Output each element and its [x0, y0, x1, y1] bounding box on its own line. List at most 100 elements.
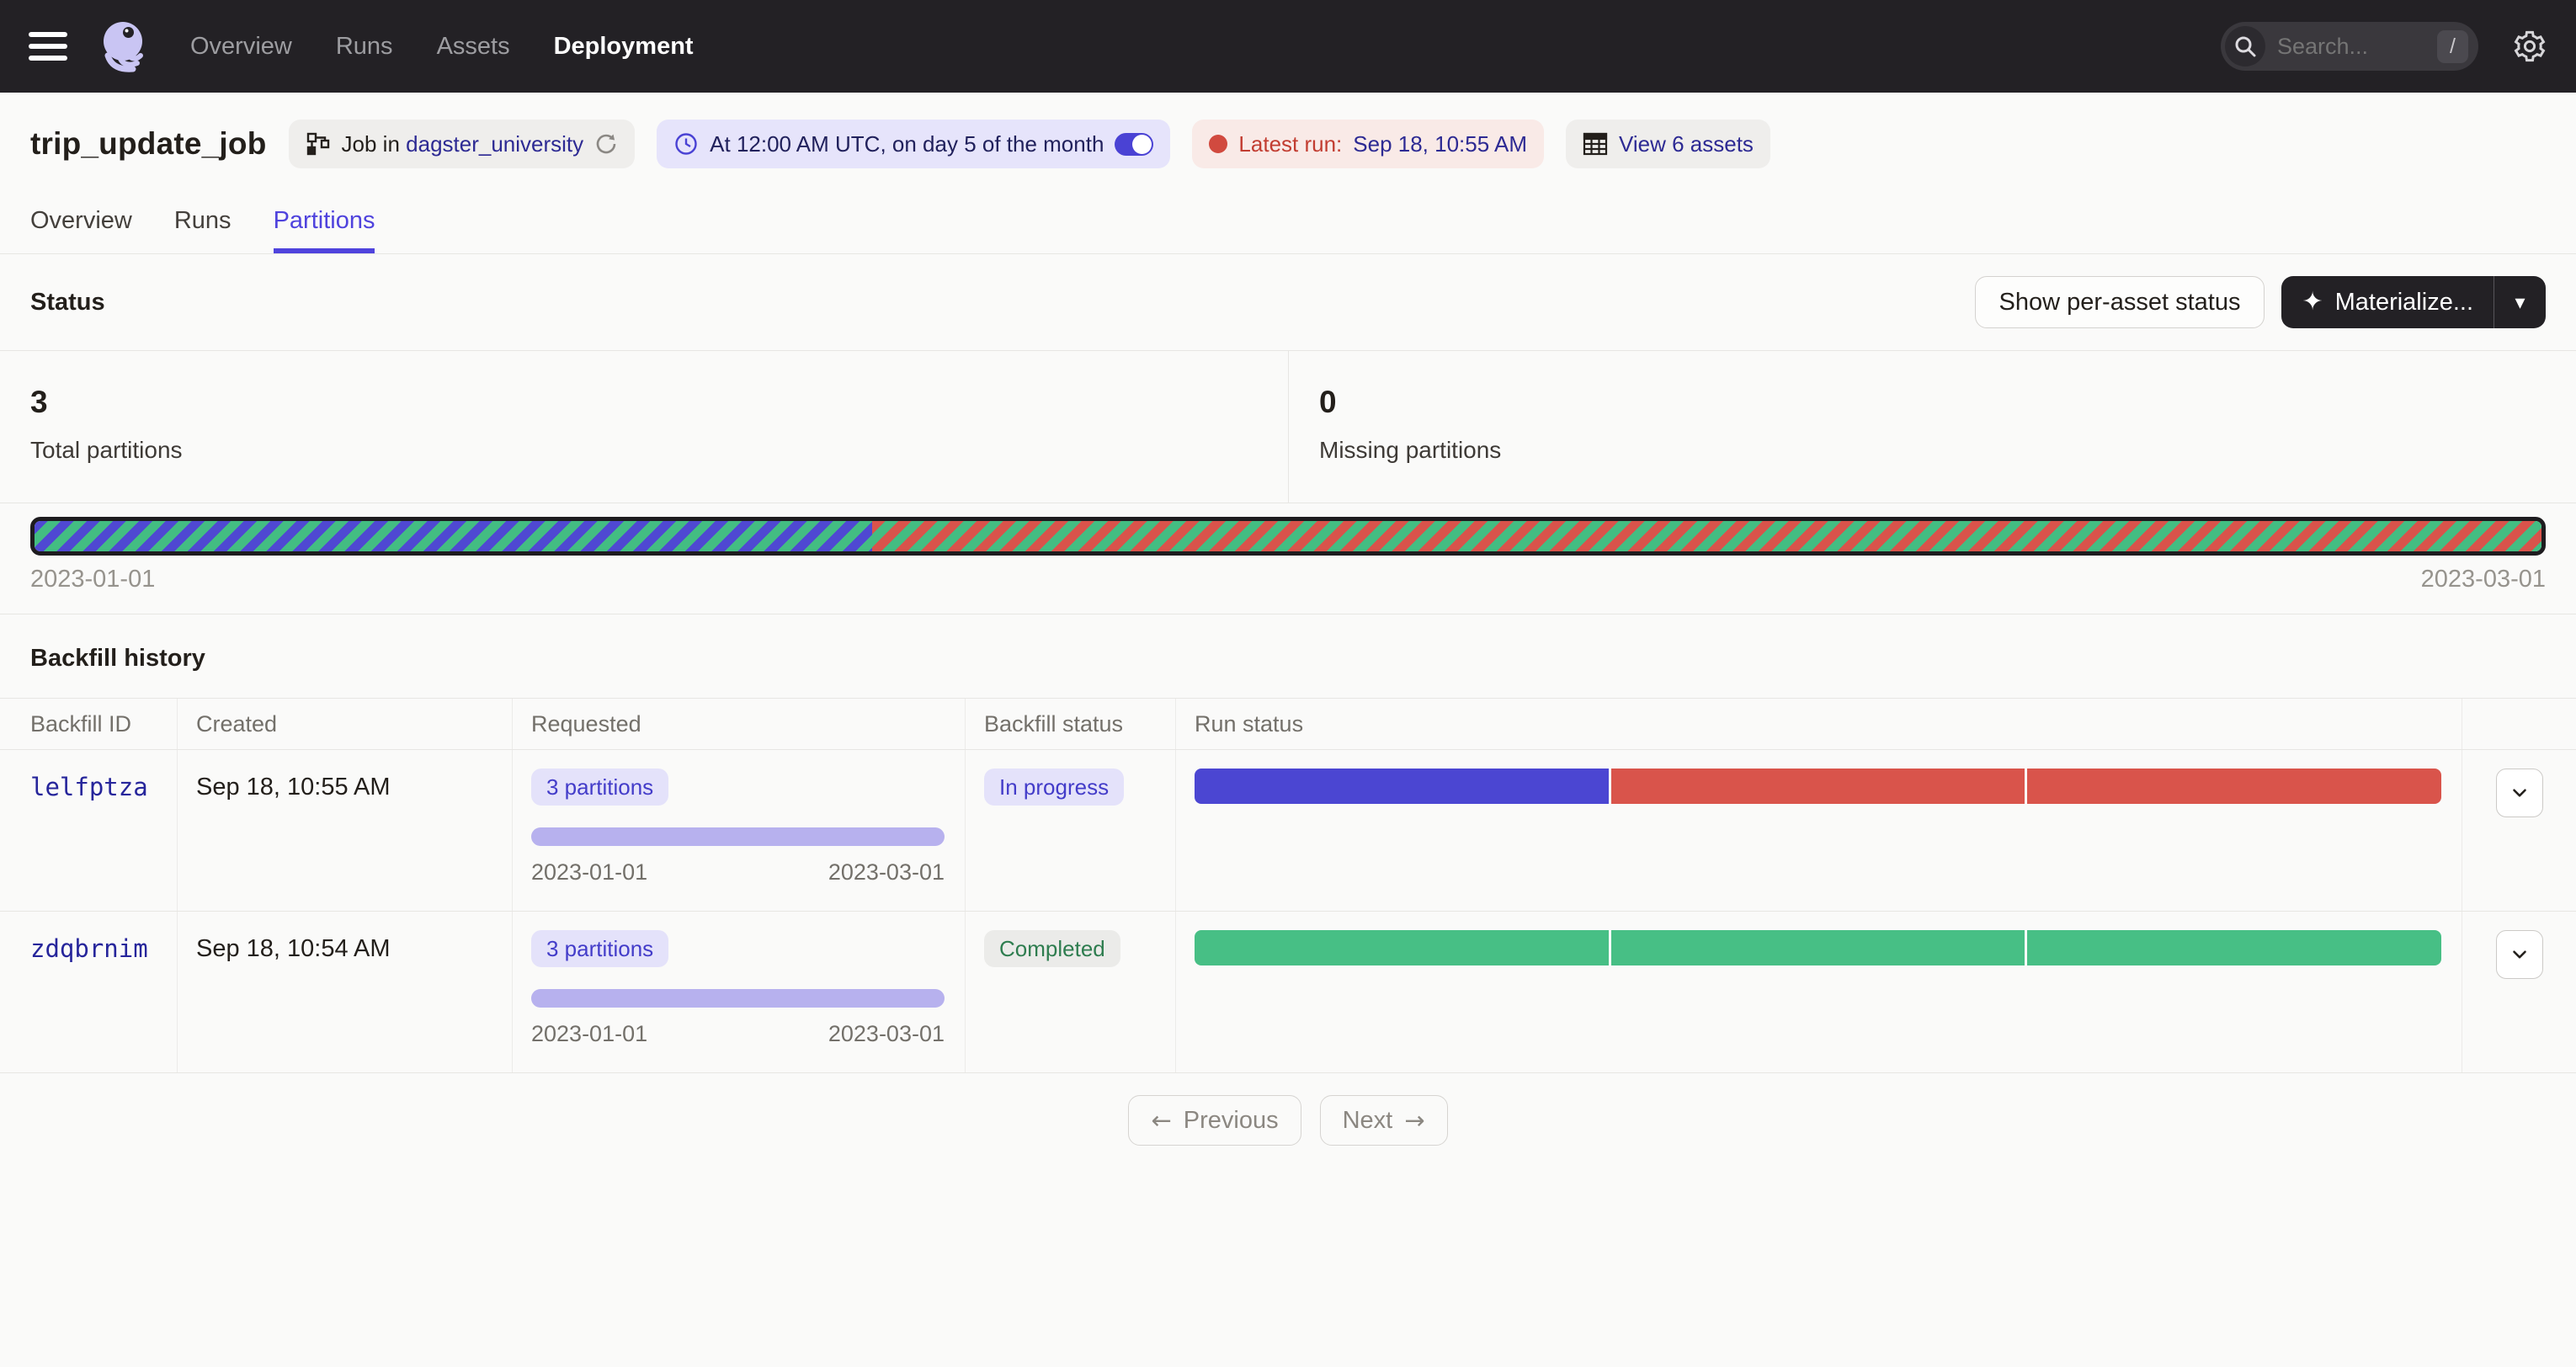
partition-counts: 3 Total partitions 0 Missing partitions — [0, 350, 2576, 503]
latest-run-tag: Latest run: Sep 18, 10:55 AM — [1192, 120, 1544, 168]
requested-range-bar — [531, 989, 945, 1008]
requested-range-bar — [531, 827, 945, 846]
chevron-down-icon — [2509, 782, 2531, 804]
created-cell: Sep 18, 10:55 AM — [178, 750, 513, 911]
view-assets-link[interactable]: View 6 assets — [1619, 131, 1754, 157]
top-navigation-bar: Overview Runs Assets Deployment / — [0, 0, 2576, 93]
tab-overview[interactable]: Overview — [30, 207, 132, 253]
clock-icon — [673, 131, 699, 157]
page-title: trip_update_job — [30, 126, 267, 162]
run-status-cell — [1176, 912, 2462, 1072]
backfill-history-heading: Backfill history — [0, 614, 2576, 698]
job-location-tag: Job in dagster_university — [289, 120, 636, 168]
hamburger-menu-icon[interactable] — [29, 32, 67, 61]
latest-run-label: Latest run: — [1238, 131, 1342, 157]
nav-item-overview[interactable]: Overview — [190, 33, 292, 61]
repo-link[interactable]: dagster_university — [406, 131, 583, 157]
arrow-right-icon: → — [1404, 1106, 1424, 1135]
partitions-count-pill[interactable]: 3 partitions — [531, 930, 668, 967]
total-partitions-value: 3 — [30, 385, 1258, 420]
gear-icon[interactable] — [2512, 29, 2547, 64]
partition-range-start: 2023-01-01 — [30, 566, 155, 593]
materialize-button[interactable]: ✦ Materialize... — [2281, 276, 2494, 328]
partition-range-end: 2023-03-01 — [2421, 566, 2546, 593]
arrow-left-icon: ← — [1151, 1106, 1171, 1135]
materialize-dropdown-button[interactable]: ▾ — [2494, 276, 2546, 328]
col-created: Created — [178, 699, 513, 749]
schedule-toggle[interactable] — [1115, 133, 1153, 156]
backfill-status-badge: In progress — [984, 769, 1124, 806]
partitions-count-pill[interactable]: 3 partitions — [531, 769, 668, 806]
expand-row-button[interactable] — [2496, 930, 2543, 979]
previous-page-button[interactable]: ← Previous — [1128, 1095, 1301, 1146]
run-segment[interactable] — [1195, 930, 1609, 965]
job-tabs: Overview Runs Partitions — [0, 207, 2576, 254]
sparkle-icon: ✦ — [2302, 290, 2323, 315]
total-partitions-label: Total partitions — [30, 437, 1258, 464]
requested-start-date: 2023-01-01 — [531, 859, 647, 886]
table-row: zdqbrnim Sep 18, 10:54 AM 3 partitions 2… — [0, 912, 2576, 1073]
dagster-logo-icon[interactable] — [98, 19, 153, 74]
run-segment[interactable] — [2027, 930, 2441, 965]
latest-run-link[interactable]: Sep 18, 10:55 AM — [1353, 131, 1527, 157]
run-status-bar[interactable] — [1195, 769, 2441, 804]
materialize-split-button: ✦ Materialize... ▾ — [2281, 276, 2546, 328]
partition-status-bar[interactable] — [30, 517, 2546, 556]
search-icon — [2225, 26, 2265, 66]
global-search[interactable]: / — [2221, 22, 2478, 71]
created-cell: Sep 18, 10:54 AM — [178, 912, 513, 1072]
requested-cell: 3 partitions 2023-01-01 2023-03-01 — [513, 750, 966, 911]
search-shortcut-badge: / — [2437, 30, 2468, 63]
col-expand — [2462, 699, 2576, 749]
job-header: trip_update_job Job in dagster_universit… — [0, 93, 2576, 254]
missing-partitions-panel: 0 Missing partitions — [1288, 351, 2576, 503]
requested-end-date: 2023-03-01 — [828, 859, 945, 886]
col-requested: Requested — [513, 699, 966, 749]
run-status-dot-icon — [1209, 135, 1227, 153]
tab-runs[interactable]: Runs — [174, 207, 232, 253]
job-graph-icon — [306, 131, 331, 157]
partition-bar-segment-inprogress[interactable] — [35, 521, 872, 551]
pagination: ← Previous Next → — [0, 1073, 2576, 1168]
next-page-button[interactable]: Next → — [1320, 1095, 1448, 1146]
requested-start-date: 2023-01-01 — [531, 1021, 647, 1047]
run-segment[interactable] — [1611, 930, 2025, 965]
run-segment[interactable] — [1611, 769, 2025, 804]
partition-status-section: 2023-01-01 2023-03-01 — [0, 503, 2576, 614]
missing-partitions-value: 0 — [1319, 385, 2546, 420]
schedule-label: At 12:00 AM UTC, on day 5 of the month — [710, 131, 1104, 157]
partition-bar-segment-failed[interactable] — [872, 521, 2541, 551]
status-heading: Status — [30, 289, 105, 316]
requested-end-date: 2023-03-01 — [828, 1021, 945, 1047]
primary-nav: Overview Runs Assets Deployment — [190, 33, 694, 61]
tab-partitions[interactable]: Partitions — [274, 207, 375, 253]
backfill-id-link[interactable]: zdqbrnim — [30, 934, 148, 963]
refresh-icon[interactable] — [594, 132, 618, 156]
table-row: lelfptza Sep 18, 10:55 AM 3 partitions 2… — [0, 750, 2576, 912]
expand-row-button[interactable] — [2496, 769, 2543, 817]
total-partitions-panel: 3 Total partitions — [0, 351, 1288, 503]
view-assets-tag: View 6 assets — [1566, 120, 1770, 168]
col-backfill-status: Backfill status — [966, 699, 1176, 749]
col-backfill-id: Backfill ID — [0, 699, 178, 749]
run-status-bar[interactable] — [1195, 930, 2441, 965]
chevron-down-icon — [2509, 944, 2531, 965]
run-segment[interactable] — [2027, 769, 2441, 804]
run-status-cell — [1176, 750, 2462, 911]
nav-item-assets[interactable]: Assets — [437, 33, 510, 61]
backfill-id-link[interactable]: lelfptza — [30, 773, 148, 801]
col-run-status: Run status — [1176, 699, 2462, 749]
assets-grid-icon — [1583, 132, 1608, 156]
status-section-header: Status Show per-asset status ✦ Materiali… — [0, 254, 2576, 350]
caret-down-icon: ▾ — [2515, 290, 2525, 314]
missing-partitions-label: Missing partitions — [1319, 437, 2546, 464]
backfill-status-badge: Completed — [984, 930, 1120, 967]
job-in-label: Job in — [342, 131, 400, 157]
backfill-table-header: Backfill ID Created Requested Backfill s… — [0, 698, 2576, 750]
schedule-tag: At 12:00 AM UTC, on day 5 of the month — [657, 120, 1170, 168]
nav-item-deployment[interactable]: Deployment — [554, 33, 694, 61]
show-per-asset-status-button[interactable]: Show per-asset status — [1975, 276, 2265, 328]
run-segment[interactable] — [1195, 769, 1609, 804]
search-input[interactable] — [2277, 34, 2437, 60]
nav-item-runs[interactable]: Runs — [336, 33, 393, 61]
